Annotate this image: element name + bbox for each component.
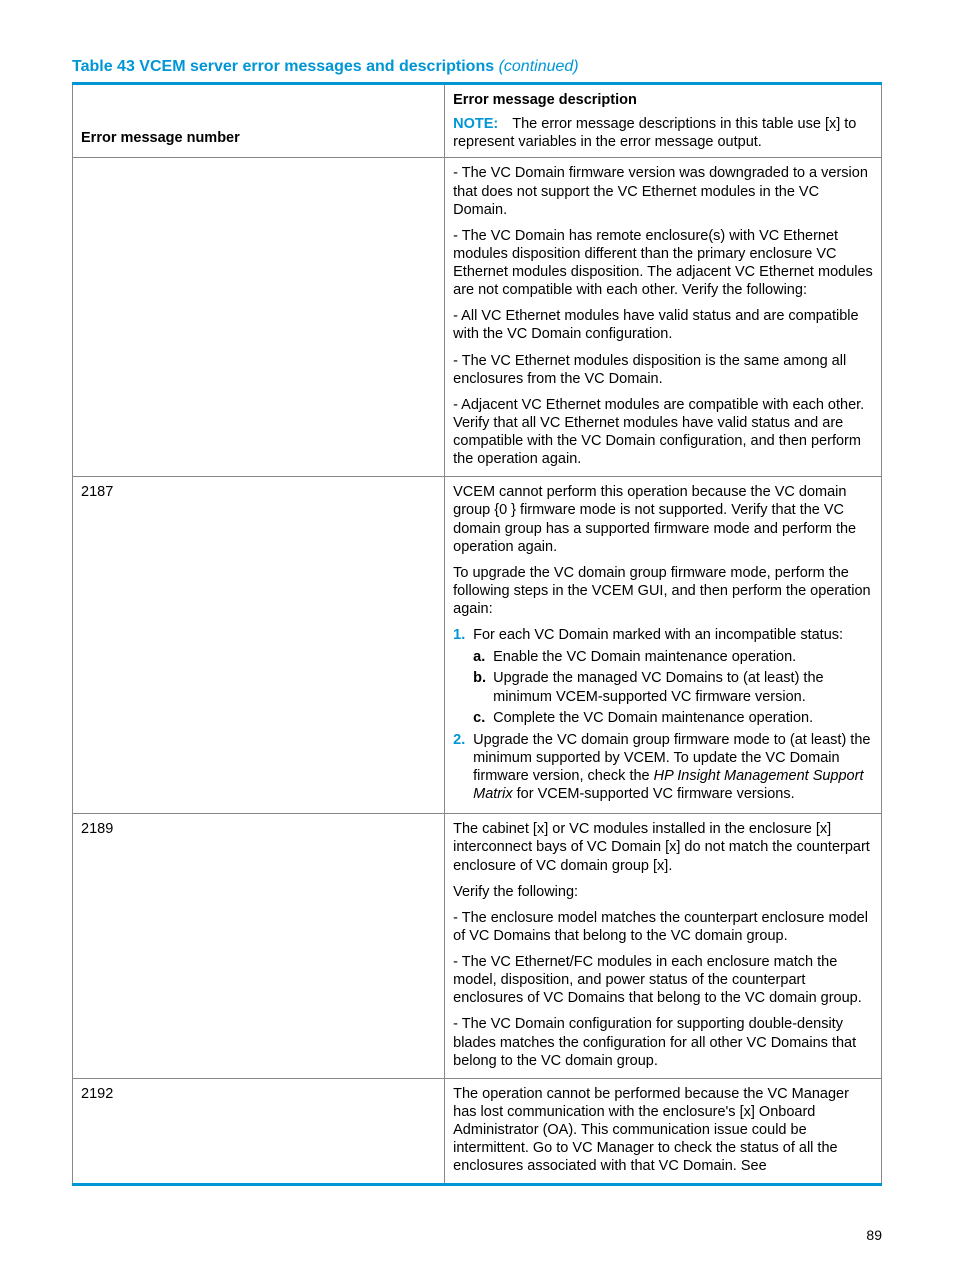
paragraph: - Adjacent VC Ethernet modules are compa…: [453, 396, 873, 469]
error-number-cell: 2192: [73, 1078, 445, 1185]
error-description-cell: VCEM cannot perform this operation becau…: [445, 477, 882, 814]
table-row: 2187 VCEM cannot perform this operation …: [73, 477, 882, 814]
note-text: The error message descriptions in this t…: [453, 116, 856, 150]
paragraph: - The VC Domain configuration for suppor…: [453, 1015, 873, 1069]
paragraph: The operation cannot be performed becaus…: [453, 1085, 873, 1176]
paragraph: VCEM cannot perform this operation becau…: [453, 483, 873, 556]
paragraph: - The VC Ethernet modules disposition is…: [453, 352, 873, 388]
paragraph: To upgrade the VC domain group firmware …: [453, 564, 873, 618]
list-item: a. Enable the VC Domain maintenance oper…: [473, 648, 873, 666]
note-label: NOTE:: [453, 116, 498, 132]
table-title: Table 43 VCEM server error messages and …: [72, 58, 882, 76]
col-header-description: Error message description NOTE:The error…: [445, 84, 882, 158]
title-prefix: Table 43 VCEM server error messages and …: [72, 58, 494, 75]
paragraph: - All VC Ethernet modules have valid sta…: [453, 307, 873, 343]
paragraph: - The enclosure model matches the counte…: [453, 909, 873, 945]
list-marker: 1.: [453, 626, 465, 644]
table-row: 2192 The operation cannot be performed b…: [73, 1078, 882, 1185]
table-header-row: Error message number Error message descr…: [73, 84, 882, 158]
error-description-cell: The cabinet [x] or VC modules installed …: [445, 814, 882, 1079]
error-message-table: Error message number Error message descr…: [72, 82, 882, 1186]
paragraph: The cabinet [x] or VC modules installed …: [453, 820, 873, 874]
list-text: For each VC Domain marked with an incomp…: [473, 627, 843, 643]
error-number-cell: 2189: [73, 814, 445, 1079]
list-marker: a.: [473, 648, 485, 666]
error-number-cell: [73, 158, 445, 477]
page-number: 89: [866, 1227, 882, 1243]
table-row: 2189 The cabinet [x] or VC modules insta…: [73, 814, 882, 1079]
paragraph: - The VC Domain firmware version was dow…: [453, 164, 873, 218]
list-item: c. Complete the VC Domain maintenance op…: [473, 709, 873, 727]
page: Table 43 VCEM server error messages and …: [0, 0, 954, 1271]
paragraph: Verify the following:: [453, 883, 873, 901]
paragraph: - The VC Domain has remote enclosure(s) …: [453, 227, 873, 300]
paragraph: - The VC Ethernet/FC modules in each enc…: [453, 953, 873, 1007]
list-marker: c.: [473, 709, 485, 727]
error-number-cell: 2187: [73, 477, 445, 814]
error-description-cell: - The VC Domain firmware version was dow…: [445, 158, 882, 477]
list-item: 2. Upgrade the VC domain group firmware …: [453, 731, 873, 804]
list-text: Enable the VC Domain maintenance operati…: [493, 649, 796, 665]
description-heading: Error message description: [453, 92, 637, 108]
alpha-list: a. Enable the VC Domain maintenance oper…: [473, 648, 873, 727]
list-item: b. Upgrade the managed VC Domains to (at…: [473, 669, 873, 705]
col-header-number: Error message number: [73, 84, 445, 158]
list-item: 1. For each VC Domain marked with an inc…: [453, 626, 873, 727]
list-text: Complete the VC Domain maintenance opera…: [493, 710, 813, 726]
list-marker: 2.: [453, 731, 465, 749]
error-description-cell: The operation cannot be performed becaus…: [445, 1078, 882, 1185]
list-text: Upgrade the managed VC Domains to (at le…: [493, 670, 823, 704]
title-continued: (continued): [499, 58, 579, 75]
ordered-list: 1. For each VC Domain marked with an inc…: [453, 626, 873, 803]
table-row: - The VC Domain firmware version was dow…: [73, 158, 882, 477]
list-marker: b.: [473, 669, 486, 687]
list-text-part: for VCEM-supported VC firmware versions.: [513, 786, 795, 802]
